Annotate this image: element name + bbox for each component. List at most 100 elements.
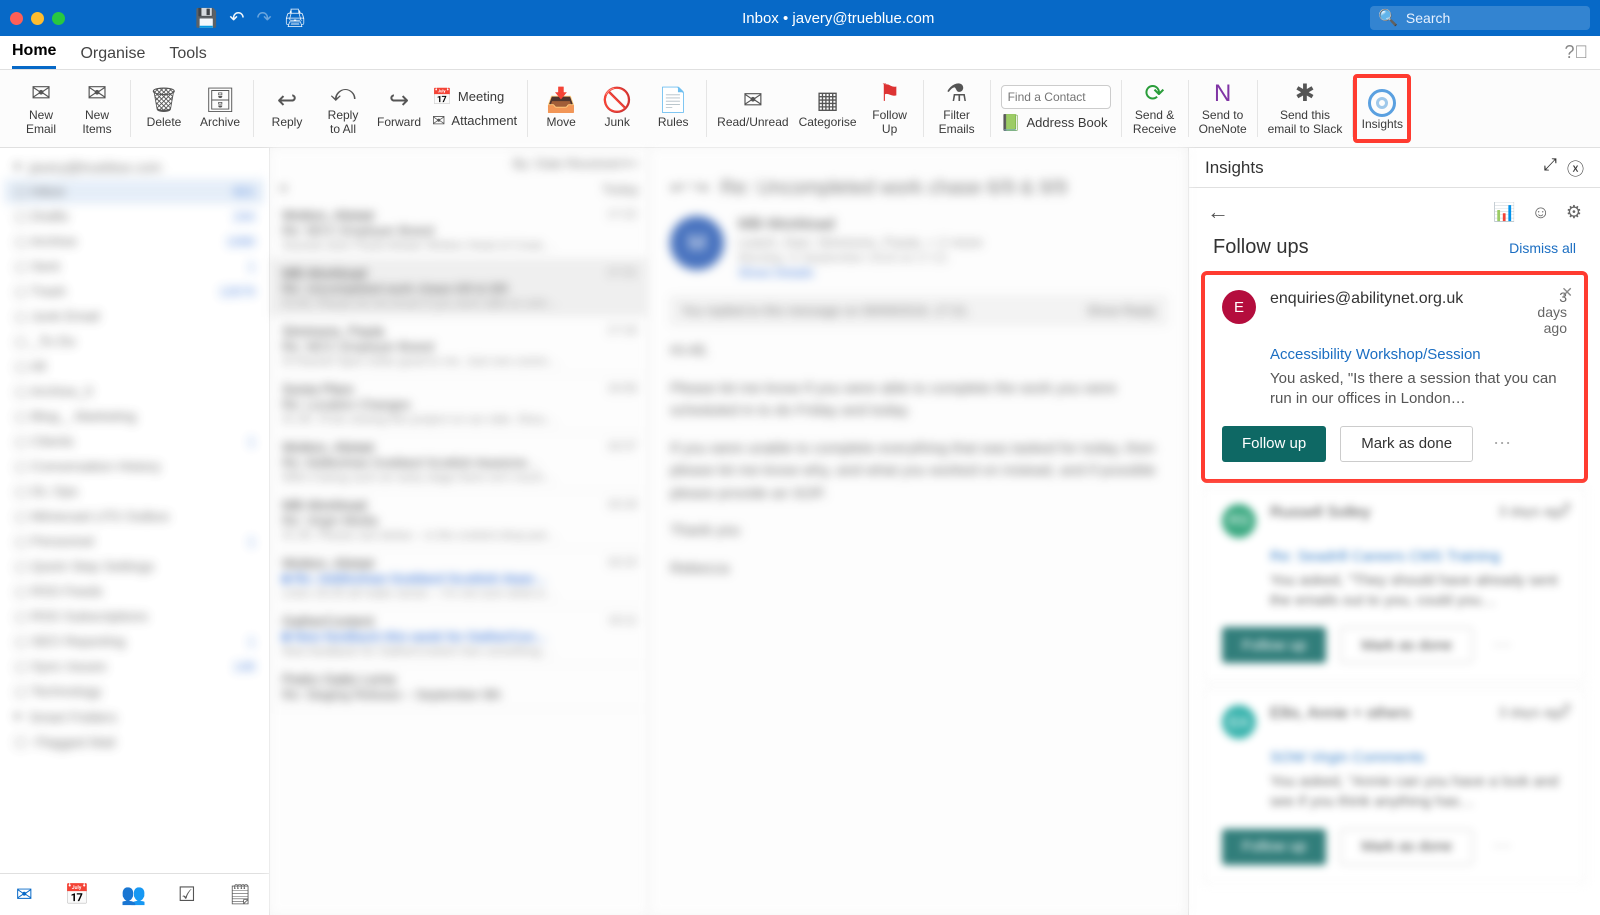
message-item[interactable]: 16:10Wotton, AlistairRe: Addleshaw Godda… (270, 549, 649, 607)
folder-row[interactable]: ▢ Quick Step Settings (4, 554, 265, 579)
card-subject[interactable]: Accessibility Workshop/Session (1270, 346, 1567, 363)
folder-row[interactable]: ▢ Junk Email (4, 304, 265, 329)
gear-icon[interactable]: ⚙ (1566, 202, 1582, 223)
reply-all-button[interactable]: ⤺Reply to All (320, 81, 366, 137)
read-unread-button[interactable]: ✉︎Read/Unread (717, 88, 788, 130)
close-window-button[interactable] (10, 12, 23, 25)
reply-button[interactable]: ↩︎Reply (264, 88, 310, 130)
card-close-icon[interactable]: ✕ (1561, 498, 1573, 515)
folder-row[interactable]: ▢ Personnel1 (4, 529, 265, 554)
account-row[interactable]: ▾ javery@trueblue.com (4, 154, 265, 179)
junk-button[interactable]: 🚫Junk (594, 88, 640, 130)
folder-row[interactable]: ▢ Sent1 (4, 254, 265, 279)
pop-out-icon[interactable]: ⤢ (1543, 155, 1557, 180)
mark-done-button[interactable]: Mark as done (1340, 627, 1473, 663)
mark-done-button[interactable]: Mark as done (1340, 829, 1473, 865)
folder-row[interactable]: ▢ Mimecast LFS Outbox (4, 504, 265, 529)
notes-nav-icon[interactable]: 🗒 (228, 882, 253, 907)
help-icon[interactable]: ?⃝ (1564, 42, 1588, 69)
calendar-nav-icon[interactable]: 📅 (64, 882, 89, 907)
follow-up-button[interactable]: ⚑Follow Up (867, 81, 913, 137)
flagged-mail-row[interactable]: ▢ Flagged Mail (4, 729, 265, 754)
filter-emails-button[interactable]: ⚗︎Filter Emails (934, 81, 980, 137)
message-item[interactable]: 17:16Simmons, PaulaRe: WCC Employer Bran… (270, 317, 649, 375)
send-slack-button[interactable]: ✱Send this email to Slack (1268, 81, 1343, 137)
global-search-input[interactable] (1404, 9, 1582, 27)
tab-tools[interactable]: Tools (169, 45, 206, 69)
follow-up-button[interactable]: Follow up (1222, 426, 1326, 462)
card-more-icon[interactable]: ⋯ (1493, 433, 1514, 454)
message-item[interactable]: 16:18MB-WorkloadRe: Virgin MediaHi JR, P… (270, 491, 649, 549)
back-icon[interactable]: ← (1207, 199, 1229, 225)
meeting-button[interactable]: 📅Meeting (432, 87, 517, 107)
folder-row[interactable]: ▢ Sync Issues148 (4, 654, 265, 679)
people-nav-icon[interactable]: 👥 (121, 882, 146, 907)
address-book-button[interactable]: 📗Address Book (1001, 113, 1111, 133)
folder-row[interactable]: ▢ Technology (4, 679, 265, 704)
delete-button[interactable]: 🗑Delete (141, 88, 187, 130)
rules-button[interactable]: 📄Rules (650, 88, 696, 130)
folder-row[interactable]: ▢ Drafts244 (4, 204, 265, 229)
undo-icon[interactable]: ↶ (229, 8, 244, 29)
forward-button[interactable]: ↪︎Forward (376, 88, 422, 130)
message-item[interactable]: 17:22Wotton, AlistairRe: WCC Employer Br… (270, 201, 649, 259)
dismiss-all-link[interactable]: Dismiss all (1509, 240, 1576, 256)
message-item[interactable]: Pedro Gatto LemeRe: Staging Release – Se… (270, 665, 649, 709)
folder-row[interactable]: ▢ Clients1 (4, 429, 265, 454)
new-items-button[interactable]: ✉︎New Items (74, 81, 120, 137)
global-search[interactable]: 🔍 (1370, 6, 1590, 30)
folder-row[interactable]: ▢ Blog _ Marketing (4, 404, 265, 429)
folder-row[interactable]: ▢ Conversation History (4, 454, 265, 479)
send-receive-button[interactable]: ⟳Send & Receive (1132, 81, 1178, 137)
folder-list[interactable]: ▾ javery@trueblue.com ▢ Inbox921▢ Drafts… (0, 148, 269, 873)
folder-row[interactable]: ▢ SEO Reporting1 (4, 629, 265, 654)
redo-icon[interactable]: ↷ (257, 8, 272, 29)
tab-organise[interactable]: Organise (80, 45, 145, 69)
save-icon[interactable]: 💾 (195, 8, 217, 29)
folder-row[interactable]: ▢ _To Do (4, 329, 265, 354)
archive-button[interactable]: 🗄Archive (197, 88, 243, 130)
feedback-icon[interactable]: ☺ (1531, 202, 1549, 223)
folder-row[interactable]: ▢ RSS Subscriptions (4, 604, 265, 629)
attachment-button[interactable]: ✉︎Attachment (432, 111, 517, 131)
close-pane-icon[interactable]: ⓧ (1567, 155, 1584, 180)
folder-row[interactable]: ▢ Inbox921 (4, 179, 265, 204)
folder-row[interactable]: ▢ Archive_0 (4, 379, 265, 404)
folder-row[interactable]: ▢ Archive1089 (4, 229, 265, 254)
follow-up-button[interactable]: Follow up (1222, 829, 1326, 865)
show-reply-link[interactable]: Show Reply (1087, 303, 1156, 318)
minimize-window-button[interactable] (31, 12, 44, 25)
card-subject[interactable]: SOW Virgin Comments (1270, 749, 1567, 766)
mail-nav-icon[interactable]: ✉︎ (16, 882, 33, 907)
card-close-icon[interactable]: ✕ (1561, 284, 1573, 301)
mark-done-button[interactable]: Mark as done (1340, 426, 1473, 462)
new-email-button[interactable]: ✉︎New Email (18, 81, 64, 137)
zoom-window-button[interactable] (52, 12, 65, 25)
show-details-link[interactable]: Show Details (738, 265, 983, 280)
card-more-icon[interactable]: ⋯ (1493, 635, 1514, 656)
insights-button[interactable]: Insights (1359, 90, 1405, 132)
print-icon[interactable]: 🖨 (284, 8, 307, 29)
move-button[interactable]: 📥Move (538, 88, 584, 130)
tasks-nav-icon[interactable]: ☑︎ (178, 882, 196, 907)
chart-icon[interactable]: 📊 (1493, 202, 1515, 223)
folder-row[interactable]: ▢ All (4, 354, 265, 379)
tab-home[interactable]: Home (12, 42, 56, 69)
send-onenote-button[interactable]: NSend to OneNote (1199, 81, 1247, 137)
folder-row[interactable]: ▢ RSS Feeds (4, 579, 265, 604)
message-list-sort[interactable]: By: Date Received ▾ • (270, 152, 649, 176)
card-close-icon[interactable]: ✕ (1561, 699, 1573, 716)
card-subject[interactable]: Re: Seadrill Careers CMS Training (1270, 548, 1567, 565)
message-item[interactable]: 16:58Sonia PitonRe: Location ChangesHi J… (270, 375, 649, 433)
message-item[interactable]: 16:37Wotton, AlistairRe: Addleshaw Godda… (270, 433, 649, 491)
categorise-button[interactable]: ▦Categorise (799, 88, 857, 130)
card-more-icon[interactable]: ⋯ (1493, 836, 1514, 857)
message-item[interactable]: 16:11GatherContentNew feedback this week… (270, 607, 649, 665)
message-list[interactable]: By: Date Received ▾ • ▾ Today 17:22Wotto… (270, 148, 650, 915)
follow-up-button[interactable]: Follow up (1222, 627, 1326, 663)
message-item[interactable]: 17:21MB-WorkloadRe: Uncompleted work cha… (270, 259, 649, 317)
smart-folders-row[interactable]: ▾ Smart Folders (4, 704, 265, 729)
find-contact-input[interactable] (1001, 85, 1111, 109)
folder-row[interactable]: ▢ Trash12679 (4, 279, 265, 304)
folder-row[interactable]: ▢ DL Ops (4, 479, 265, 504)
